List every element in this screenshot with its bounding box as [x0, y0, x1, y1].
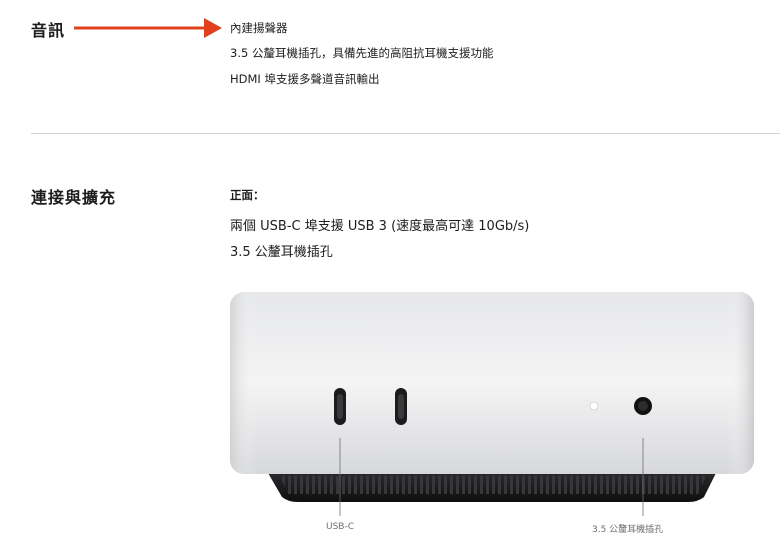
connectivity-heading: 連接與擴充 [31, 188, 117, 207]
front-subheading: 正面： [230, 188, 265, 202]
audio-item-speaker: 內建揚聲器 [230, 21, 288, 35]
section-divider [31, 133, 780, 134]
usb-c-label: USB-C [326, 522, 355, 532]
connectivity-item-headphone: 3.5 公釐耳機插孔 [230, 245, 333, 260]
audio-heading: 音訊 [31, 21, 66, 40]
mac-mini-front-image [230, 292, 754, 516]
audio-item-headphone-jack: 3.5 公釐耳機插孔，具備先進的高阻抗耳機支援功能 [230, 46, 494, 60]
connectivity-item-usb-c: 兩個 USB-C 埠支援 USB 3 (速度最高可達 10Gb/s) [230, 219, 530, 234]
headphone-jack-label: 3.5 公釐耳機插孔 [592, 525, 664, 535]
red-arrow-annotation [74, 18, 222, 38]
audio-item-hdmi: HDMI 埠支援多聲道音訊輸出 [230, 72, 380, 86]
